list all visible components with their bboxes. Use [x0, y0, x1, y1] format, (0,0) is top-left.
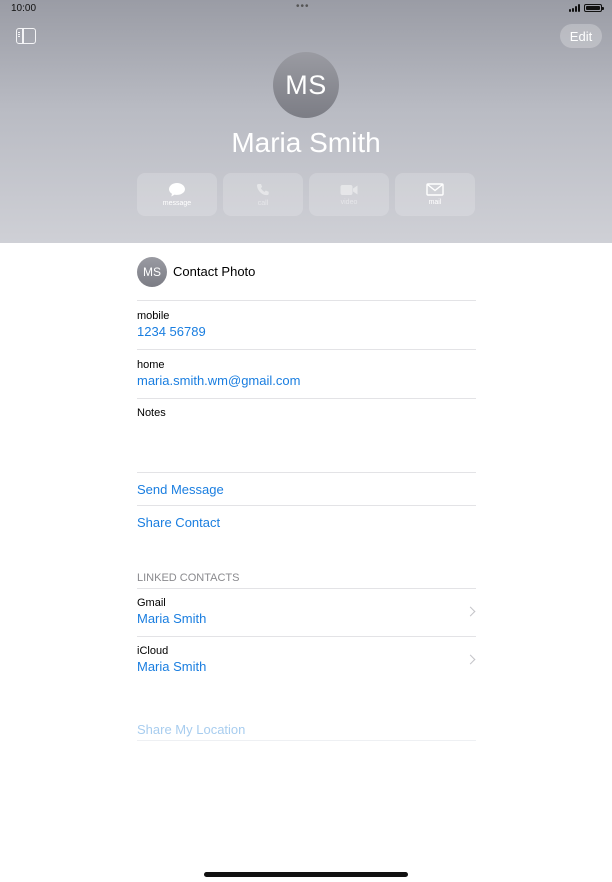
linked-contacts-header: LINKED CONTACTS [137, 567, 476, 589]
video-button[interactable]: video [309, 173, 389, 216]
phone-icon [257, 183, 269, 195]
status-time: 10:00 [11, 3, 37, 14]
contact-name: Maria Smith [231, 127, 381, 158]
send-message-link[interactable]: Send Message [137, 473, 476, 506]
mail-button[interactable]: mail [395, 173, 475, 216]
message-bubble-icon [169, 183, 185, 197]
message-label: message [162, 200, 192, 207]
email-address-link[interactable]: maria.smith.wm@gmail.com [137, 373, 476, 388]
message-button[interactable]: message [137, 173, 217, 216]
email-label: home [137, 359, 165, 371]
notes-label: Notes [137, 407, 166, 419]
mail-label: mail [428, 199, 442, 206]
linked-source-label: Gmail [137, 597, 166, 609]
phone-field[interactable]: mobile 1234 56789 [137, 301, 476, 350]
multitasking-dots-icon[interactable]: ••• [296, 1, 310, 12]
linked-source-label: iCloud [137, 645, 169, 657]
contact-details: MS Contact Photo mobile 1234 56789 home … [137, 243, 476, 741]
edit-button[interactable]: Edit [560, 24, 602, 48]
linked-contact-row[interactable]: Gmail Maria Smith [137, 589, 476, 637]
avatar-small: MS [137, 256, 167, 287]
email-field[interactable]: home maria.smith.wm@gmail.com [137, 350, 476, 399]
avatar: MS [273, 52, 339, 118]
battery-icon [584, 4, 604, 12]
linked-contact-name: Maria Smith [137, 611, 207, 626]
call-button[interactable]: call [223, 173, 303, 216]
linked-contact-name: Maria Smith [137, 659, 207, 674]
home-indicator[interactable] [204, 872, 408, 877]
call-label: call [257, 199, 269, 207]
linked-contact-row[interactable]: iCloud Maria Smith [137, 637, 476, 685]
sidebar-toggle-icon[interactable] [16, 28, 36, 44]
notes-field[interactable]: Notes [137, 399, 476, 473]
envelope-icon [426, 183, 444, 196]
phone-label: mobile [137, 310, 170, 322]
video-camera-icon [340, 184, 358, 195]
contact-photo-row[interactable]: MS Contact Photo [137, 243, 476, 301]
signal-icon [569, 4, 580, 12]
status-bar: 10:00 ••• [0, 0, 612, 18]
phone-number-link[interactable]: 1234 56789 [137, 324, 476, 339]
contact-photo-label: Contact Photo [173, 264, 256, 279]
share-contact-link[interactable]: Share Contact [137, 506, 476, 539]
status-indicators [569, 4, 604, 12]
action-buttons: message call video mail [137, 173, 475, 216]
share-my-location-link[interactable]: Share My Location [137, 719, 476, 741]
video-label: video [340, 198, 358, 206]
contact-header: 10:00 ••• Edit MS Maria Smith message ca… [0, 0, 612, 243]
